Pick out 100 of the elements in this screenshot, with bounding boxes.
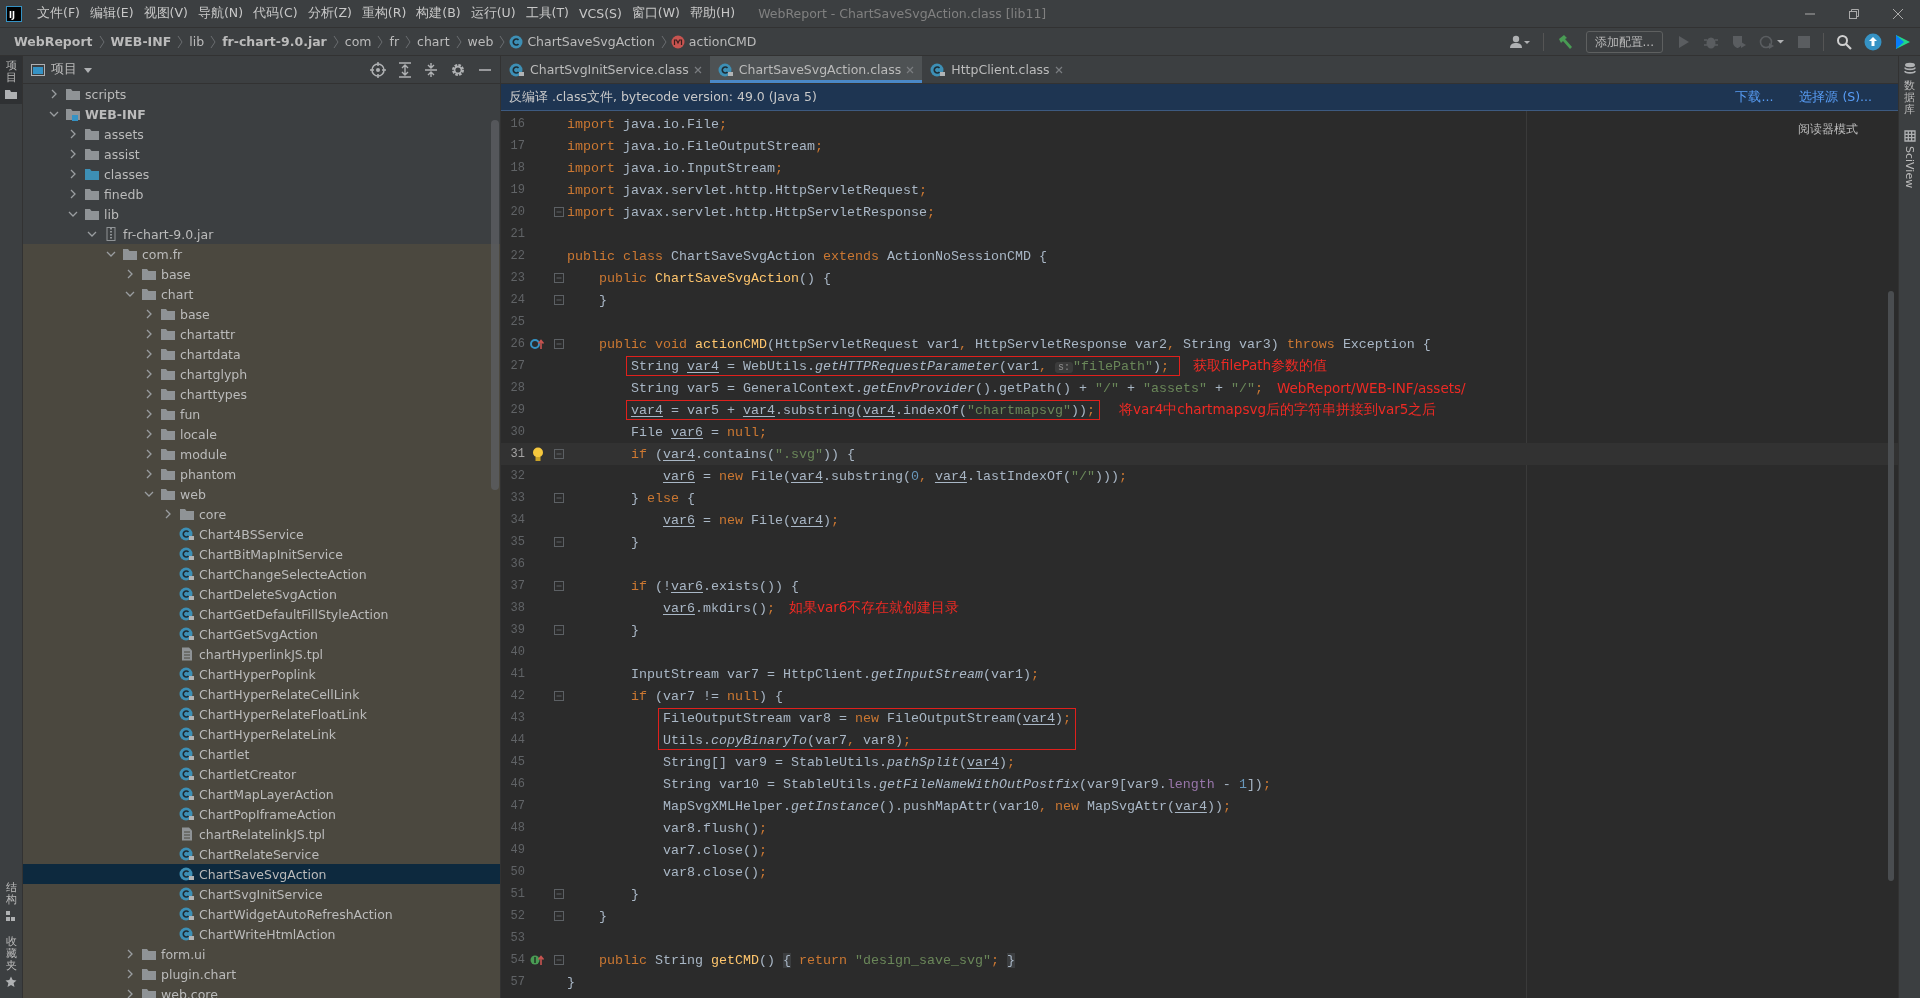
breadcrumb-item[interactable]: web <box>467 34 494 49</box>
tool-window-label[interactable]: 数据库 <box>1904 80 1915 117</box>
chevron-icon[interactable] <box>49 89 59 99</box>
tree-item[interactable]: form.ui <box>23 944 500 964</box>
tree-item[interactable]: finedb <box>23 184 500 204</box>
tree-item[interactable]: chartHyperlinkJS.tpl <box>23 644 500 664</box>
fold-marker-icon[interactable] <box>554 691 564 701</box>
tool-window-label[interactable]: 收藏夹 <box>5 935 17 972</box>
tree-item[interactable]: charttypes <box>23 384 500 404</box>
menu-item[interactable]: VCS(S) <box>573 6 627 21</box>
fold-marker-icon[interactable] <box>554 581 564 591</box>
menu-item[interactable]: 文件(F) <box>32 5 85 22</box>
chevron-icon[interactable] <box>49 109 59 119</box>
tree-item[interactable]: base <box>23 304 500 324</box>
chevron-icon[interactable] <box>144 409 154 419</box>
reader-mode-link[interactable]: 阅读器模式 <box>1798 121 1858 138</box>
tree-item[interactable]: ChartWriteHtmlAction <box>23 924 500 944</box>
override-icon[interactable] <box>530 337 546 351</box>
fold-marker-icon[interactable] <box>554 537 564 547</box>
close-icon[interactable] <box>693 65 702 74</box>
tree-item[interactable]: core <box>23 504 500 524</box>
fold-marker-icon[interactable] <box>554 295 564 305</box>
fold-marker-icon[interactable] <box>554 625 564 635</box>
tree-item[interactable]: chartRelatelinkJS.tpl <box>23 824 500 844</box>
breadcrumb-item[interactable]: ChartSaveSvgAction <box>527 34 655 49</box>
tree-item[interactable]: ChartGetDefaultFillStyleAction <box>23 604 500 624</box>
tree-item[interactable]: Chart4BSService <box>23 524 500 544</box>
menu-item[interactable]: 编辑(E) <box>84 5 139 22</box>
chevron-icon[interactable] <box>144 469 154 479</box>
chevron-icon[interactable] <box>125 269 135 279</box>
menu-item[interactable]: 导航(N) <box>192 5 249 22</box>
profiler-icon[interactable] <box>1759 33 1785 50</box>
tree-item[interactable]: module <box>23 444 500 464</box>
editor-tab[interactable]: ChartSvgInitService.class <box>501 56 710 83</box>
tree-item[interactable]: ChartSaveSvgAction <box>23 864 500 884</box>
chevron-icon[interactable] <box>68 169 78 179</box>
search-icon[interactable] <box>1836 33 1852 50</box>
editor-tab[interactable]: HttpClient.class <box>922 56 1071 83</box>
editor-tab[interactable]: ChartSaveSvgAction.class <box>709 56 923 83</box>
tree-item[interactable]: chartdata <box>23 344 500 364</box>
breadcrumb-item[interactable]: WebReport <box>14 34 93 49</box>
tree-item[interactable]: ChartDeleteSvgAction <box>23 584 500 604</box>
menu-item[interactable]: 代码(C) <box>248 5 303 22</box>
tree-item[interactable]: ChartHyperRelateFloatLink <box>23 704 500 724</box>
tree-item[interactable]: WEB-INF <box>23 104 500 124</box>
menu-item[interactable]: 视图(V) <box>138 5 193 22</box>
expand-all-icon[interactable] <box>398 61 412 78</box>
add-configuration-button[interactable]: 添加配置... <box>1585 30 1663 53</box>
chevron-icon[interactable] <box>87 229 97 239</box>
chevron-icon[interactable] <box>106 249 116 259</box>
tree-item[interactable]: chartattr <box>23 324 500 344</box>
dropdown-icon[interactable] <box>83 65 93 74</box>
scrollbar-thumb[interactable] <box>491 120 499 490</box>
chevron-icon[interactable] <box>144 369 154 379</box>
tree-item[interactable]: chartglyph <box>23 364 500 384</box>
tree-item[interactable]: ChartWidgetAutoRefreshAction <box>23 904 500 924</box>
fold-marker-icon[interactable] <box>554 207 564 217</box>
project-tool-button[interactable]: 项目 <box>0 56 22 105</box>
tree-item[interactable]: base <box>23 264 500 284</box>
breadcrumb-item[interactable]: com <box>344 34 372 49</box>
chevron-icon[interactable] <box>68 189 78 199</box>
tree-item[interactable]: ChartChangeSelecteAction <box>23 564 500 584</box>
scrollbar-thumb[interactable] <box>1888 291 1894 881</box>
fold-marker-icon[interactable] <box>554 339 564 349</box>
tree-item[interactable]: assets <box>23 124 500 144</box>
tool-window-label[interactable]: 项目 <box>5 60 17 85</box>
breadcrumb-item[interactable]: lib <box>189 34 205 49</box>
tree-item[interactable]: ChartHyperRelateCellLink <box>23 684 500 704</box>
chevron-icon[interactable] <box>68 149 78 159</box>
restore-icon[interactable] <box>1848 7 1860 20</box>
menu-item[interactable]: 运行(U) <box>465 5 521 22</box>
fold-marker-icon[interactable] <box>554 449 564 459</box>
tree-item[interactable]: web <box>23 484 500 504</box>
close-icon[interactable] <box>906 65 915 74</box>
chevron-icon[interactable] <box>163 509 173 519</box>
tree-item[interactable]: web.core <box>23 984 500 998</box>
tree-item[interactable]: fun <box>23 404 500 424</box>
chevron-icon[interactable] <box>144 349 154 359</box>
plugin-logo-icon[interactable] <box>1894 32 1912 51</box>
settings-icon[interactable] <box>450 61 466 78</box>
tree-item[interactable]: ChartletCreator <box>23 764 500 784</box>
banner-link[interactable]: 选择源 (S)... <box>1799 88 1872 106</box>
collapse-all-icon[interactable] <box>424 61 438 78</box>
fold-marker-icon[interactable] <box>554 911 564 921</box>
tree-item[interactable]: ChartRelateService <box>23 844 500 864</box>
breadcrumb-item[interactable]: WEB-INF <box>110 34 172 49</box>
chevron-icon[interactable] <box>68 129 78 139</box>
menu-item[interactable]: 窗口(W) <box>626 5 685 22</box>
menu-item[interactable]: 重构(R) <box>356 5 412 22</box>
user-icon[interactable] <box>1508 33 1531 50</box>
tree-item[interactable]: assist <box>23 144 500 164</box>
close-icon[interactable] <box>1892 7 1904 20</box>
tree-item[interactable]: locale <box>23 424 500 444</box>
tree-item[interactable]: classes <box>23 164 500 184</box>
fold-marker-icon[interactable] <box>554 955 564 965</box>
lightbulb-icon[interactable] <box>532 446 544 462</box>
chevron-icon[interactable] <box>125 989 135 998</box>
chevron-icon[interactable] <box>144 389 154 399</box>
banner-link[interactable]: 下载... <box>1735 88 1774 106</box>
tree-item[interactable]: ChartMapLayerAction <box>23 784 500 804</box>
